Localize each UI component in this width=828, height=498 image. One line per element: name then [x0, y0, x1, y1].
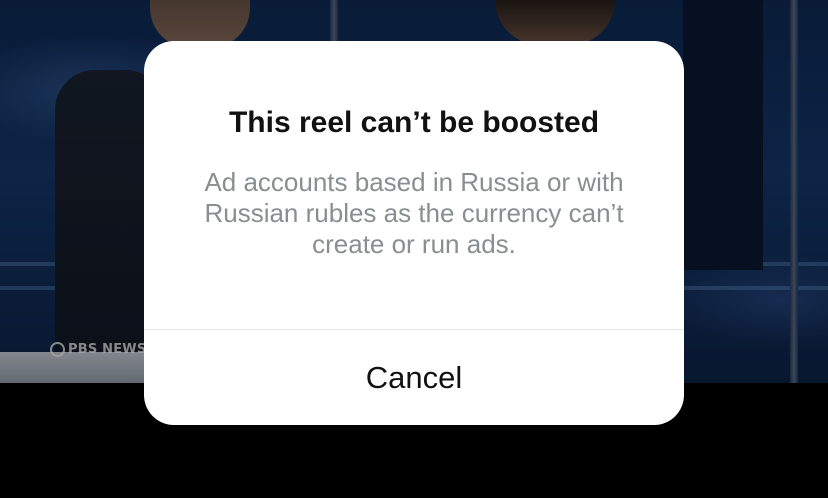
screen: PBS NEWS This reel can’t be boosted Ad a… [0, 0, 828, 498]
cancel-button[interactable]: Cancel [144, 330, 684, 425]
boost-unavailable-dialog: This reel can’t be boosted Ad accounts b… [144, 41, 684, 425]
dialog-message: Ad accounts based in Russia or with Russ… [204, 167, 624, 259]
dialog-title: This reel can’t be boosted [228, 106, 600, 139]
